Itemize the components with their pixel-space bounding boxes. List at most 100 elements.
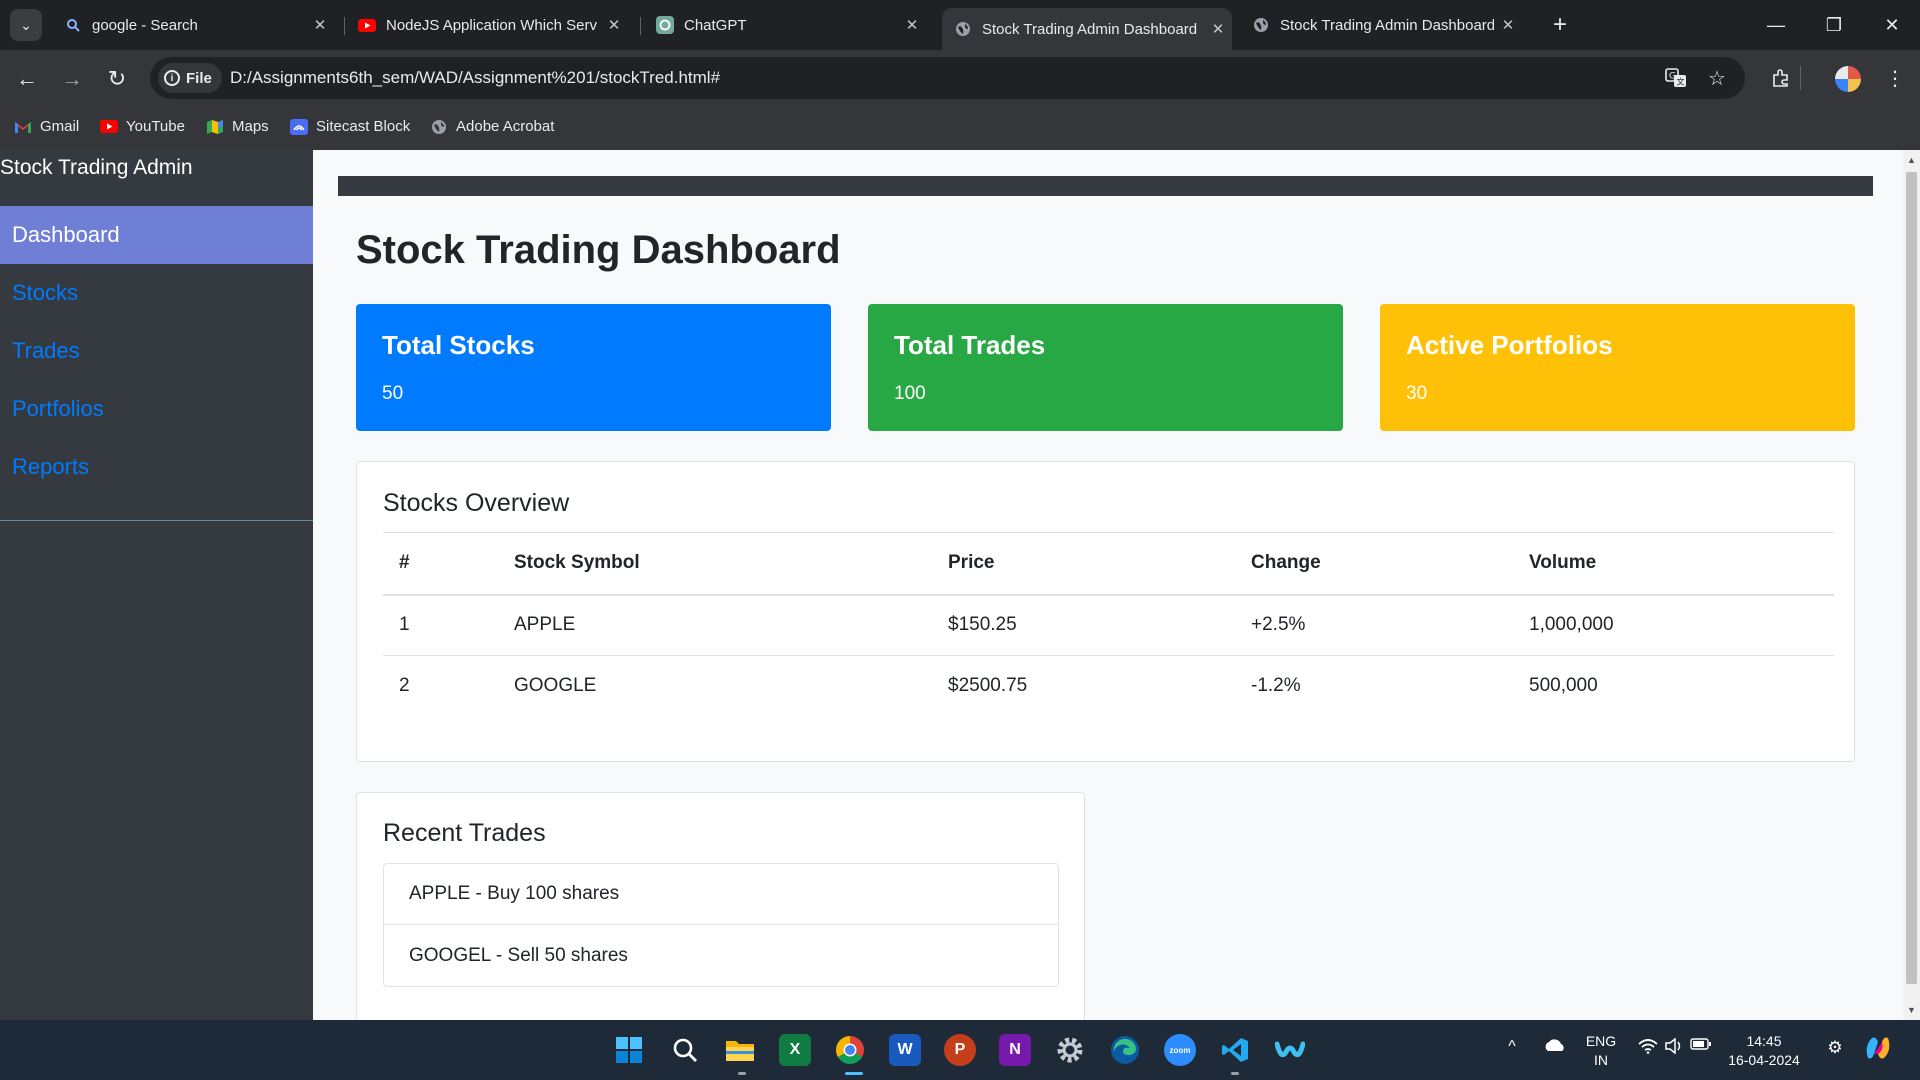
table-cell: $2500.75 [948,675,1028,697]
new-tab-button[interactable]: + [1545,10,1575,40]
sidebar-item-dashboard[interactable]: Dashboard [0,206,313,264]
bookmark-maps[interactable]: Maps [206,118,269,135]
bookmark-sitecast-block[interactable]: Sitecast Block [290,118,410,135]
table-cell: 500,000 [1529,675,1598,697]
webex-icon[interactable] [1274,1034,1306,1066]
profile-avatar[interactable] [1835,66,1861,92]
vscode-icon[interactable] [1219,1034,1251,1066]
tab-search-menu-button[interactable]: ⌄ [10,9,42,41]
language-code: ENG [1585,1033,1617,1049]
restore-window-button[interactable]: ❐ [1806,0,1862,50]
translate-icon[interactable]: G文 [1664,66,1688,90]
card-value: 100 [894,383,926,404]
edge-icon[interactable] [1109,1034,1141,1066]
address-bar[interactable]: i File D:/Assignments6th_sem/WAD/Assignm… [150,57,1745,99]
page-title: Stock Trading Dashboard [356,228,841,272]
tab-stock-trading-admin[interactable]: Stock Trading Admin Dashboard ✕ [1240,8,1522,42]
site-info-chip[interactable]: i File [158,63,222,93]
volume-icon[interactable] [1662,1038,1686,1054]
close-icon[interactable]: ✕ [306,16,334,34]
url-text[interactable]: D:/Assignments6th_sem/WAD/Assignment%201… [230,68,720,88]
gmail-icon [14,119,32,135]
bookmark-star-icon[interactable]: ☆ [1705,66,1729,90]
recent-trades-title: Recent Trades [383,819,546,847]
card-title: Total Stocks [382,330,535,360]
browser-tab-bar: ⌄ google - Search ✕ NodeJS Application W… [0,0,1920,50]
sidebar-brand[interactable]: Stock Trading Admin [0,156,193,180]
table-cell: 2 [399,675,410,697]
bookmark-gmail[interactable]: Gmail [14,118,79,135]
globe-icon [430,119,448,135]
card-value: 50 [382,383,404,404]
sidebar-item-trades[interactable]: Trades [0,322,313,380]
tab-chatgpt[interactable]: ChatGPT ✕ [644,8,926,42]
active-indicator [845,1072,863,1075]
bookmark-label: Maps [232,118,269,135]
sidebar-item-reports[interactable]: Reports [0,438,313,496]
page-scrollbar[interactable]: ▲ ▼ [1903,150,1920,1020]
more-menu-icon[interactable]: ⋮ [1880,63,1910,93]
card-active-portfolios: Active Portfolios 30 [1380,304,1855,431]
region-code: IN [1594,1052,1608,1068]
table-cell: 1 [383,594,498,656]
stocks-overview-title: Stocks Overview [383,489,570,517]
scrollbar-thumb[interactable] [1906,172,1917,984]
youtube-icon [100,119,118,135]
bookmark-adobe-acrobat[interactable]: Adobe Acrobat [430,118,554,135]
minimize-window-button[interactable]: — [1748,0,1804,50]
bookmarks-bar: Gmail YouTube Maps Sitecast Block Adobe … [0,106,1920,150]
onenote-icon[interactable]: N [999,1034,1031,1066]
chatgpt-icon [656,16,674,34]
excel-icon[interactable]: X [779,1034,811,1066]
tab-stock-trading-admin-active[interactable]: Stock Trading Admin Dashboard ✕ [942,8,1232,50]
close-icon[interactable]: ✕ [600,16,628,34]
language-indicator[interactable]: ENG IN [1580,1032,1622,1070]
sidebar-item-portfolios[interactable]: Portfolios [0,380,313,438]
close-window-button[interactable]: ✕ [1864,0,1920,50]
tab-title: google - Search [92,16,198,34]
sitecast-icon [290,118,308,135]
file-label: File [186,69,212,87]
settings-icon[interactable] [1054,1034,1086,1066]
close-icon[interactable]: ✕ [1204,20,1232,38]
tab-separator [344,17,345,35]
column-header: Price [932,532,1235,596]
card-total-trades: Total Trades 100 [868,304,1343,431]
extensions-icon[interactable] [1766,63,1796,93]
chevron-up-icon[interactable]: ^ [1500,1038,1524,1056]
tab-google-search[interactable]: google - Search ✕ [52,8,334,42]
tab-nodejs-application[interactable]: NodeJS Application Which Serv ✕ [346,8,628,42]
table-cell: +2.5% [1235,594,1513,656]
bookmark-youtube[interactable]: YouTube [100,118,185,135]
scroll-up-arrow-icon[interactable]: ▲ [1903,152,1920,168]
reload-button[interactable]: ↻ [102,64,132,94]
bookmark-label: Sitecast Block [316,118,411,135]
forward-button[interactable]: → [57,64,87,94]
table-cell: $150.25 [932,594,1235,656]
search-icon[interactable] [669,1034,701,1066]
globe-icon [1252,16,1270,34]
back-button[interactable]: ← [12,64,42,94]
chrome-icon[interactable] [834,1034,866,1066]
scroll-down-arrow-icon[interactable]: ▼ [1903,1002,1920,1018]
onedrive-cloud-icon[interactable] [1540,1038,1570,1052]
notification-settings-icon[interactable]: ⚙ [1822,1038,1848,1058]
sidebar-item-stocks[interactable]: Stocks [0,264,313,322]
zoom-icon[interactable]: zoom [1164,1034,1196,1066]
powerpoint-icon[interactable]: P [944,1034,976,1066]
close-icon[interactable]: ✕ [1494,16,1522,34]
copilot-icon[interactable] [1862,1032,1894,1064]
clock[interactable]: 14:45 16-04-2024 [1722,1032,1806,1070]
table-cell: GOOGLE [514,675,597,697]
column-header: Volume [1513,532,1834,596]
windows-start-icon[interactable] [613,1034,645,1066]
windows-taskbar: X W P N zoom ^ ENG IN 14:45 16-04-2024 ⚙ [0,1020,1920,1080]
close-icon[interactable]: ✕ [898,16,926,34]
word-icon[interactable]: W [889,1034,921,1066]
tab-title: Stock Trading Admin Dashboard [1280,16,1494,34]
battery-icon[interactable] [1688,1038,1714,1050]
stocks-table: # Stock Symbol Price Change Volume 1 APP… [383,532,1834,717]
file-explorer-icon[interactable] [724,1034,756,1066]
running-indicator [1231,1072,1239,1075]
wifi-icon[interactable] [1636,1038,1660,1054]
